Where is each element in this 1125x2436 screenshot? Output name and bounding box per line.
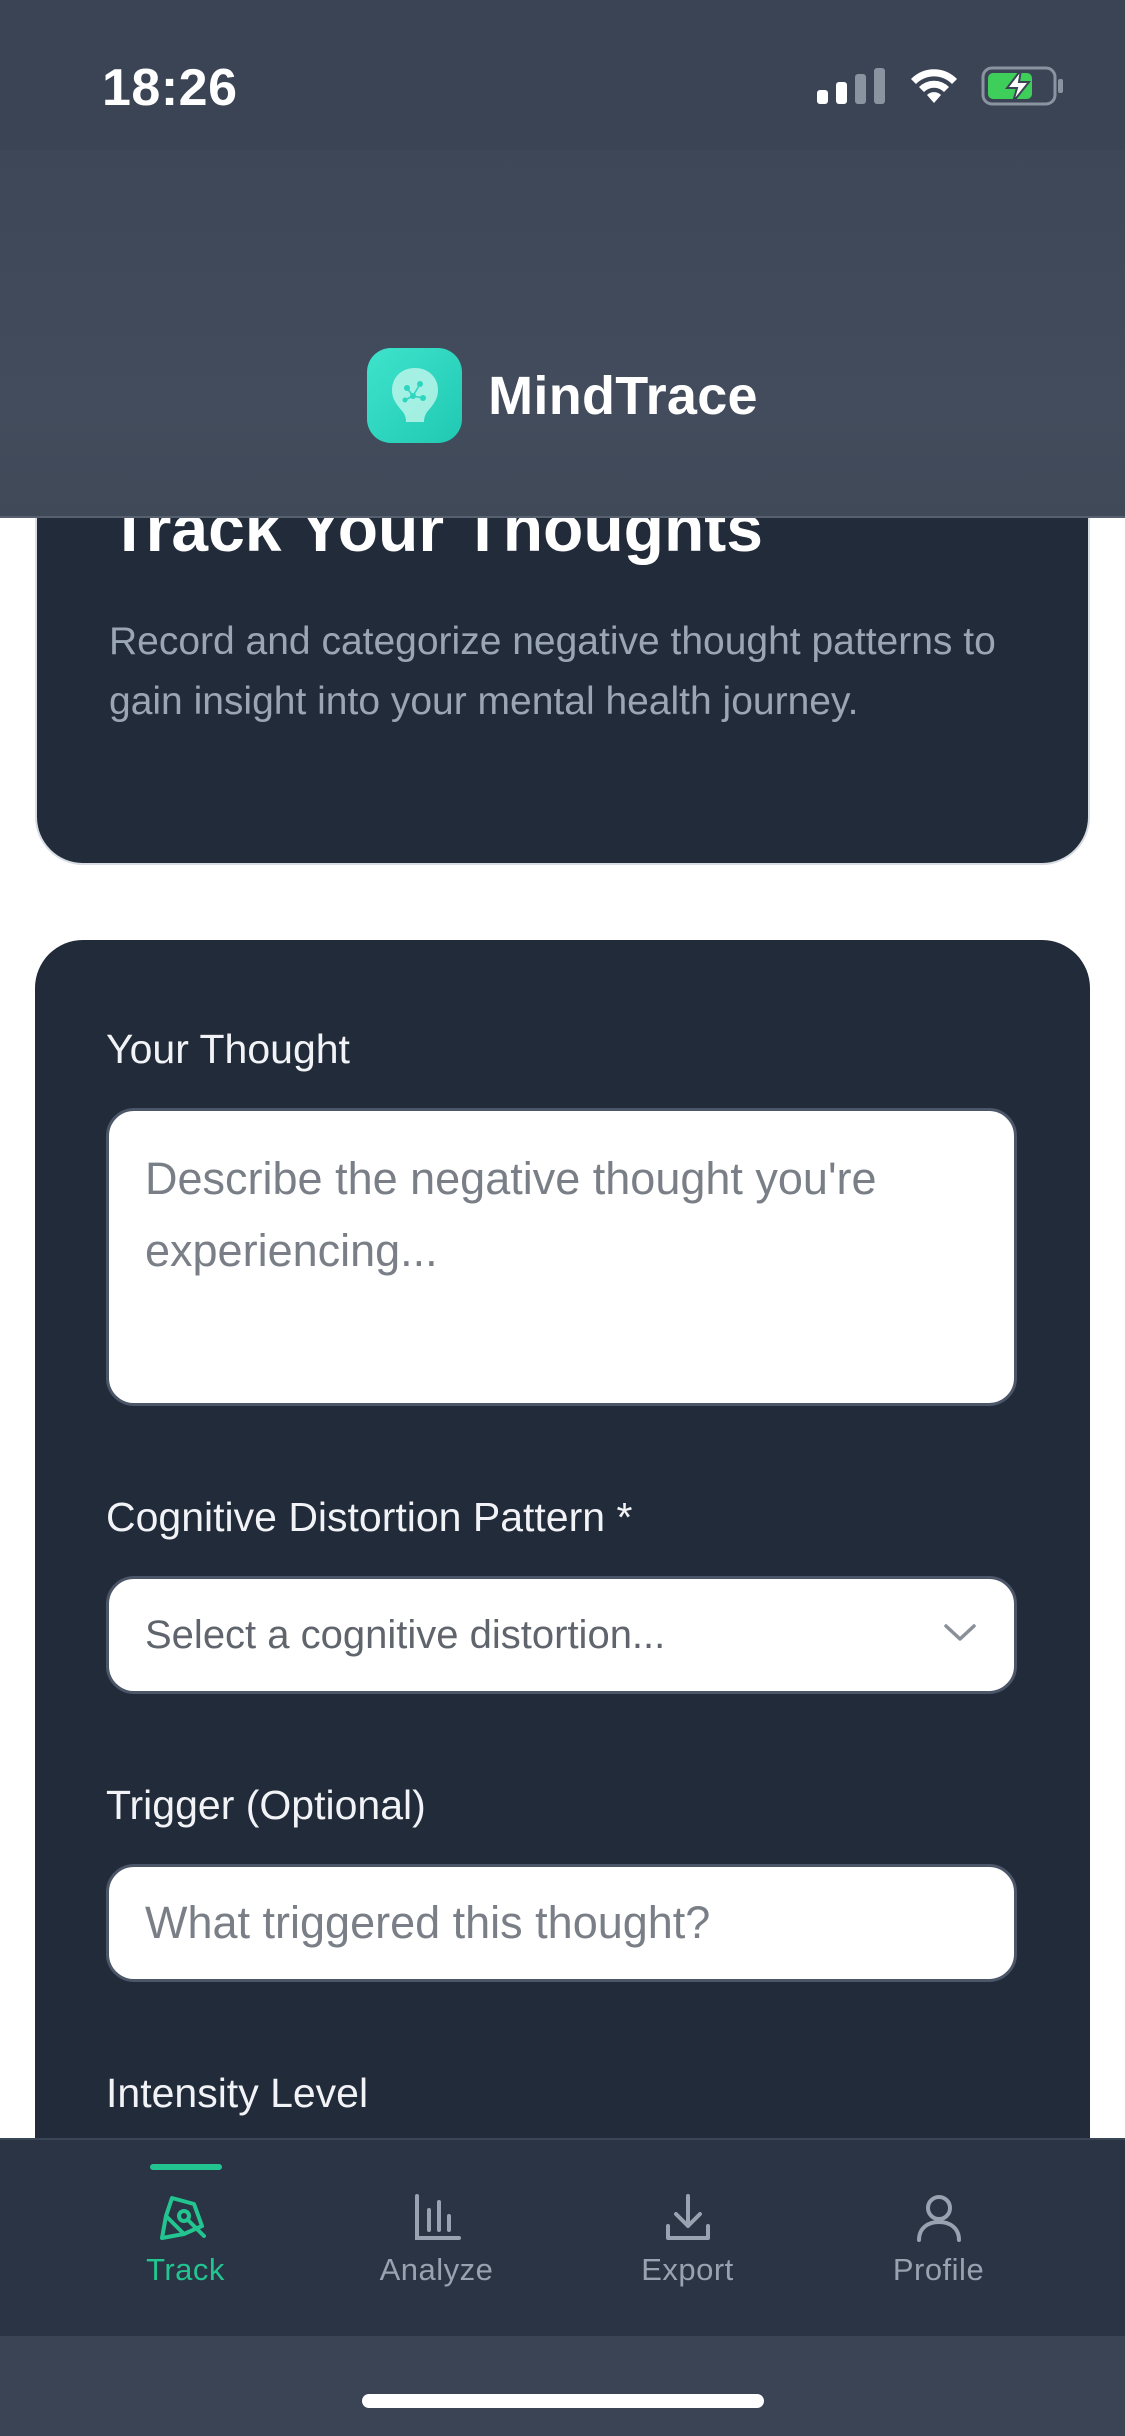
tab-analyze[interactable]: Analyze (311, 2140, 562, 2338)
battery-icon (981, 66, 1065, 111)
tab-track[interactable]: Track (60, 2140, 311, 2338)
tab-profile[interactable]: Profile (813, 2140, 1064, 2338)
tab-bar: Track Analyze Export Profile (0, 2138, 1125, 2336)
app-header: MindTrace (0, 150, 1125, 518)
thought-form: Your Thought Describe the negative thoug… (35, 940, 1090, 2240)
status-icons (817, 66, 1065, 110)
app-name: MindTrace (488, 365, 758, 426)
status-time: 18:26 (102, 59, 238, 117)
distortion-select[interactable]: Select a cognitive distortion... (106, 1576, 1017, 1694)
tab-label: Profile (892, 2252, 985, 2287)
intensity-label: Intensity Level (106, 2070, 369, 2116)
distortion-placeholder: Select a cognitive distortion... (145, 1612, 666, 1657)
trigger-label: Trigger (Optional) (106, 1782, 426, 1828)
tab-export[interactable]: Export (562, 2140, 813, 2338)
brain-bulb-icon (367, 348, 463, 443)
thought-placeholder: Describe the negative thought you're exp… (145, 1153, 877, 1276)
signal-icon (817, 67, 887, 109)
trigger-input[interactable]: What triggered this thought? (106, 1864, 1017, 1982)
home-indicator[interactable] (362, 2394, 764, 2408)
page-description: Record and categorize negative thought p… (109, 620, 996, 723)
distortion-label: Cognitive Distortion Pattern * (106, 1494, 633, 1540)
chevron-down-icon (942, 1622, 978, 1649)
thought-label: Your Thought (106, 1026, 350, 1072)
wifi-icon (909, 67, 959, 110)
app-logo: MindTrace (0, 348, 1125, 443)
download-icon (660, 2188, 716, 2248)
trigger-placeholder: What triggered this thought? (145, 1897, 711, 1948)
screen: 18:26 MindTrace Track Your Thoughts Reco… (0, 0, 1125, 2436)
pen-icon (158, 2188, 214, 2248)
tab-label: Export (641, 2252, 734, 2287)
active-tab-indicator (149, 2164, 222, 2170)
bar-chart-icon (409, 2188, 465, 2248)
tab-label: Analyze (379, 2252, 494, 2287)
tab-label: Track (146, 2252, 225, 2287)
thought-textarea[interactable]: Describe the negative thought you're exp… (106, 1108, 1017, 1406)
home-indicator-area (0, 2336, 1125, 2436)
user-icon (911, 2188, 967, 2248)
status-bar: 18:26 (0, 0, 1125, 150)
